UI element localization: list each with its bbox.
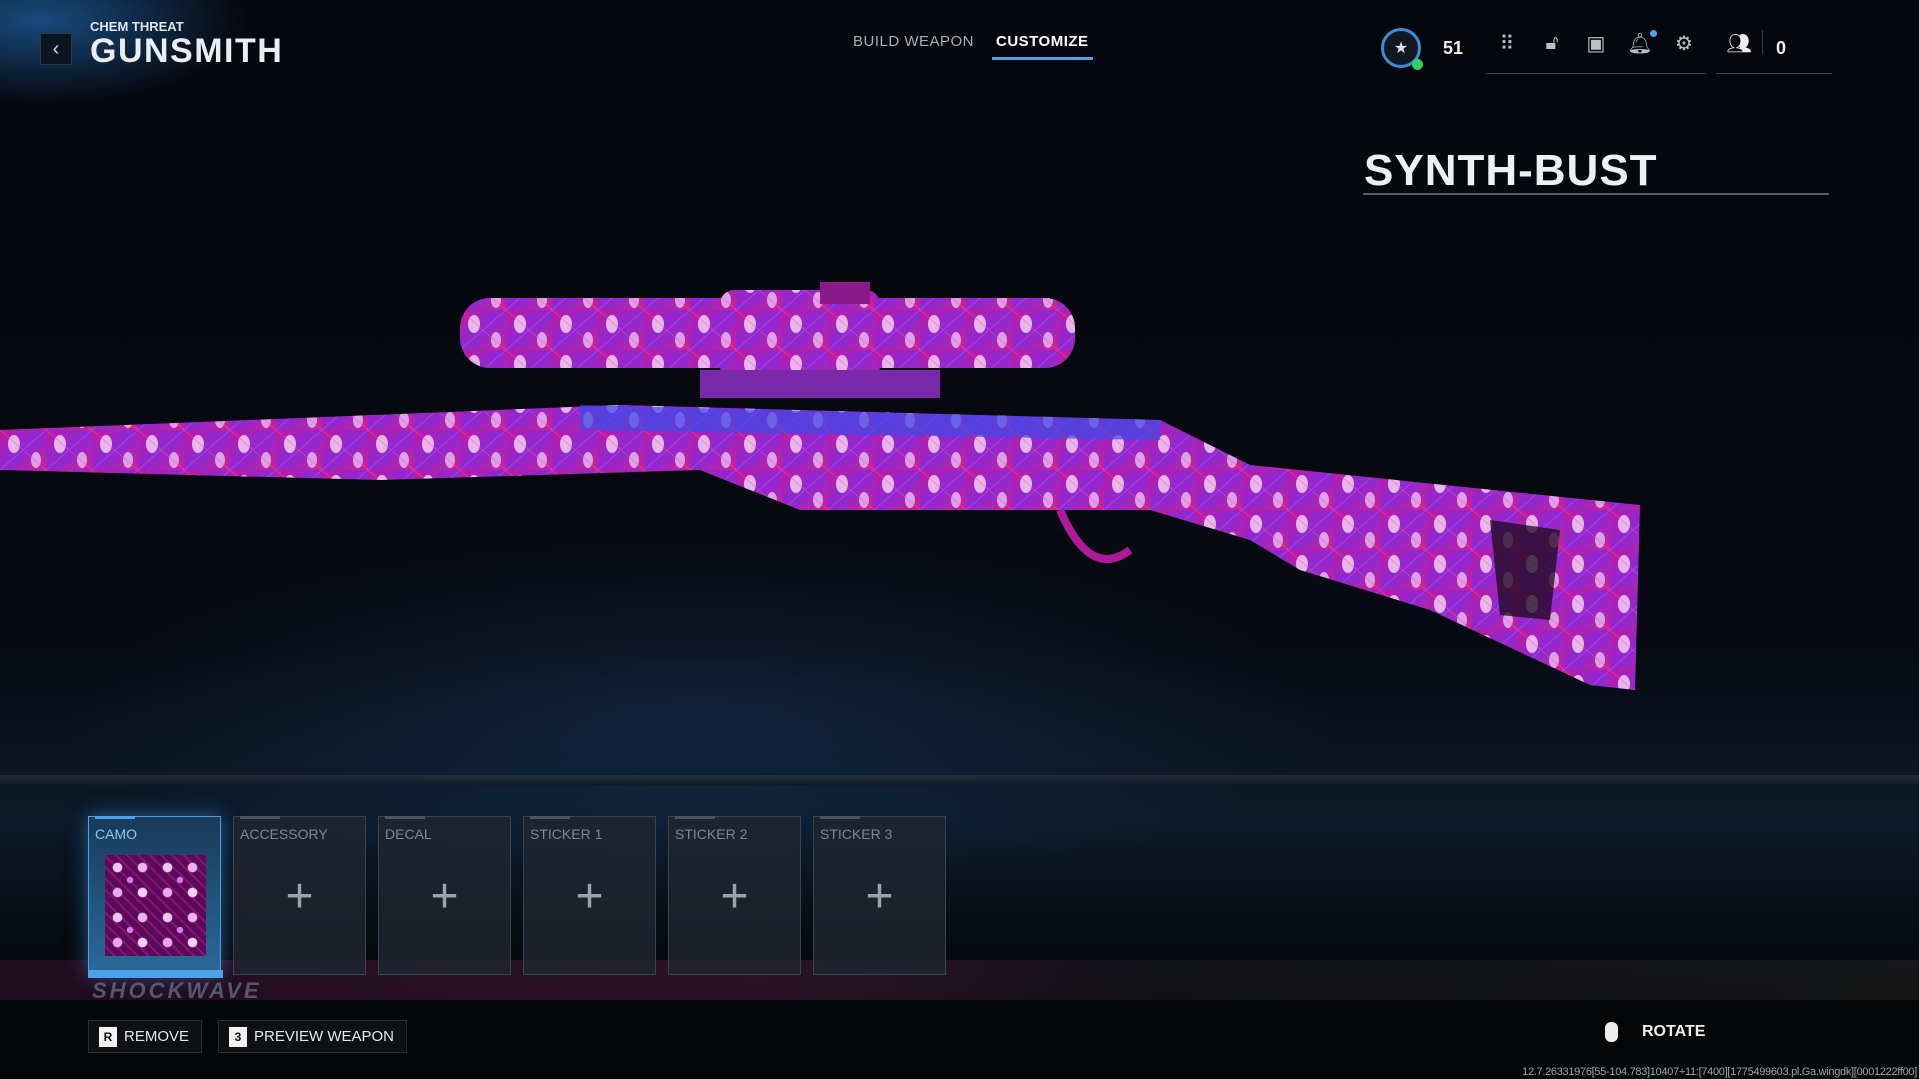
plus-icon: + [865, 870, 894, 923]
friends-count: 0 [1776, 38, 1787, 58]
preview-weapon-button[interactable]: 3 PREVIEW WEAPON [218, 1020, 408, 1053]
grid-icon[interactable]: ⠿ [1492, 28, 1522, 58]
rank-icon[interactable]: ★ [1381, 28, 1423, 70]
preview-weapon-label: PREVIEW WEAPON [254, 1028, 395, 1045]
plus-icon: + [720, 870, 749, 923]
weapon-preview[interactable] [0, 270, 1650, 710]
headset-icon[interactable]: ▣ [1581, 28, 1611, 58]
slot-sticker-2[interactable]: STICKER 2 + [668, 816, 801, 975]
slot-label: DECAL [385, 826, 432, 842]
mouse-icon [1605, 1022, 1618, 1042]
tab-build-weapon[interactable]: BUILD WEAPON [853, 33, 974, 50]
online-status-icon [1412, 59, 1423, 70]
plus-icon: + [575, 870, 604, 923]
slot-label: STICKER 2 [675, 826, 748, 842]
unlock-icon[interactable]: 🔓︎ [1537, 28, 1567, 58]
divider [1716, 73, 1832, 74]
shelf-edge [0, 775, 1919, 785]
key-hint: R [99, 1026, 117, 1047]
page-title: GUNSMITH [90, 32, 284, 70]
slot-sticker-3[interactable]: STICKER 3 + [813, 816, 946, 975]
item-name: SYNTH-BUST [1364, 146, 1658, 195]
slot-decal[interactable]: DECAL + [378, 816, 511, 975]
selected-indicator [88, 970, 223, 978]
chevron-left-icon: ‹ [52, 37, 60, 60]
background-text: SHOCKWAVE [92, 978, 262, 1003]
slot-camo[interactable]: CAMO [88, 816, 221, 975]
back-button[interactable]: ‹ [40, 33, 72, 65]
slot-indicator [385, 816, 425, 819]
tab-customize[interactable]: CUSTOMIZE [992, 33, 1093, 60]
slot-indicator [95, 816, 135, 819]
slot-indicator [820, 816, 860, 819]
slot-accessory[interactable]: ACCESSORY + [233, 816, 366, 975]
weapon-model [0, 282, 1640, 690]
slot-indicator [530, 816, 570, 819]
remove-label: REMOVE [124, 1028, 190, 1045]
gear-icon[interactable]: ⚙ [1669, 28, 1699, 58]
slot-label: STICKER 1 [530, 826, 603, 842]
friends-icon[interactable]: 👥︎ [1724, 28, 1754, 58]
notification-dot [1650, 30, 1657, 37]
plus-icon: + [285, 870, 314, 923]
slot-indicator [240, 816, 280, 819]
slot-label: ACCESSORY [240, 826, 328, 842]
item-name-underline [1363, 193, 1829, 195]
remove-button[interactable]: R REMOVE [88, 1020, 203, 1053]
slot-indicator [675, 816, 715, 819]
slot-sticker-1[interactable]: STICKER 1 + [523, 816, 656, 975]
divider [1486, 73, 1706, 74]
divider [1762, 30, 1763, 54]
key-hint: 3 [229, 1026, 247, 1047]
build-info: 12.7.26331976[55-104.783]10407+11:[7400]… [1522, 1066, 1917, 1078]
slot-label: CAMO [95, 826, 137, 842]
camo-thumbnail [105, 855, 206, 956]
plus-icon: + [430, 870, 459, 923]
rank-level: 51 [1443, 38, 1464, 58]
rotate-label: ROTATE [1642, 1023, 1706, 1040]
rotate-hint: ROTATE [1605, 1022, 1705, 1042]
slot-label: STICKER 3 [820, 826, 893, 842]
